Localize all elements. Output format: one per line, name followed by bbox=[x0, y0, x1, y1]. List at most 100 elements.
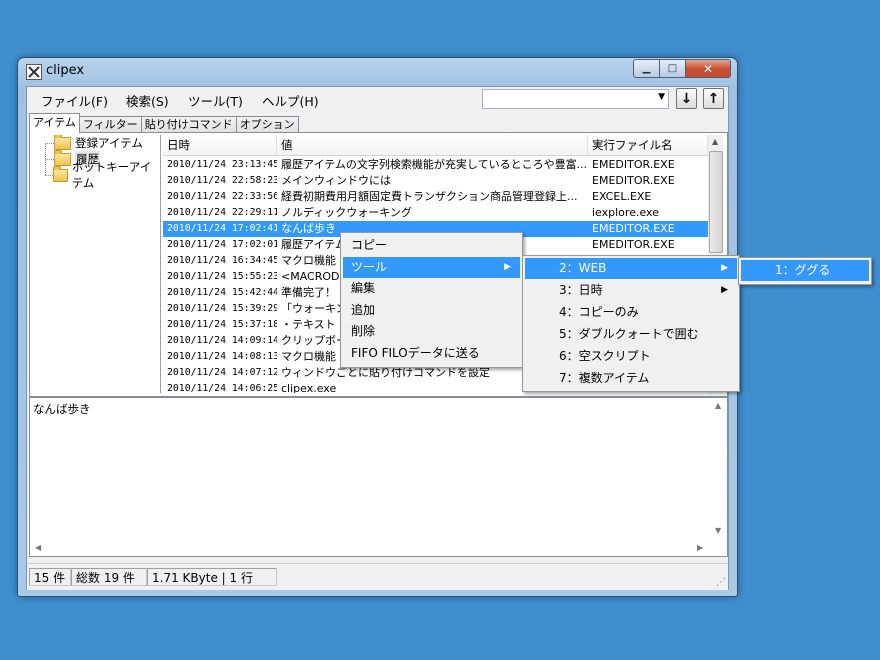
cell-datetime: 2010/11/24 22:33:56 bbox=[167, 191, 277, 202]
submenu-arrow-icon: ▶ bbox=[504, 262, 511, 272]
cell-exe: EMEDITOR.EXE bbox=[592, 222, 675, 235]
cell-datetime: 2010/11/24 15:55:23 bbox=[167, 271, 277, 282]
submenu-web-label: 2：WEB bbox=[559, 261, 607, 275]
minimize-button[interactable]: ▁ bbox=[633, 59, 660, 78]
cell-datetime: 2010/11/24 22:29:11 bbox=[167, 207, 277, 218]
cell-datetime: 2010/11/24 14:08:13 bbox=[167, 351, 277, 362]
menu-help[interactable]: ヘルプ(H) bbox=[262, 91, 319, 110]
ctx-copy[interactable]: コピー bbox=[343, 235, 520, 256]
move-up-button[interactable]: ↑ bbox=[703, 88, 724, 109]
caption-buttons: ▁ □ ✕ bbox=[633, 59, 731, 78]
tab-options[interactable]: オプション bbox=[235, 116, 299, 133]
detail-vscrollbar[interactable]: ▲ ▼ bbox=[711, 398, 727, 540]
folder-icon bbox=[54, 149, 71, 166]
scroll-thumb[interactable] bbox=[709, 151, 723, 253]
tab-items[interactable]: アイテム bbox=[29, 113, 80, 133]
status-bar: 15 件 総数 19 件 1.71 KByte | 1 行 ⋰ bbox=[27, 563, 728, 590]
cell-exe: EMEDITOR.EXE bbox=[592, 238, 675, 251]
folder-icon bbox=[52, 165, 68, 182]
table-row[interactable]: 2010/11/24 22:29:11 ノルディックウォーキング iexplore.… bbox=[163, 205, 708, 221]
submenu-datetime-label: 3：日時 bbox=[559, 283, 603, 297]
cell-datetime: 2010/11/24 15:39:29 bbox=[167, 303, 277, 314]
maximize-button[interactable]: □ bbox=[660, 59, 686, 78]
cell-datetime: 2010/11/24 17:02:01 bbox=[167, 239, 277, 250]
submenu-arrow-icon: ▶ bbox=[721, 263, 728, 273]
resize-grip-icon[interactable]: ⋰ bbox=[716, 577, 726, 588]
tools-submenu: 2：WEB ▶ 3：日時 ▶ 4：コピーのみ 5：ダブルクォートで囲む 6：空ス… bbox=[522, 255, 740, 392]
ctx-tools[interactable]: ツール ▶ bbox=[343, 257, 520, 278]
move-down-button[interactable]: ↓ bbox=[676, 88, 697, 109]
cell-datetime: 2010/11/24 22:58:23 bbox=[167, 175, 277, 186]
detail-pane[interactable]: なんば歩き ▲ ▼ ◀ ▶ bbox=[29, 397, 728, 557]
ctx-edit[interactable]: 編集 bbox=[343, 278, 520, 299]
list-header: 日時 値 実行ファイル名 bbox=[163, 135, 708, 156]
cell-datetime: 2010/11/24 15:42:44 bbox=[167, 287, 277, 298]
cell-exe: EMEDITOR.EXE bbox=[592, 174, 675, 187]
status-size: 1.71 KByte | 1 行 bbox=[147, 568, 277, 586]
submenu-multiple-items[interactable]: 7：複数アイテム bbox=[525, 368, 737, 389]
status-count: 15 件 bbox=[29, 568, 71, 586]
tree-item-registered[interactable]: 登録アイテム bbox=[45, 135, 143, 151]
table-row[interactable]: 2010/11/24 23:13:45 履歴アイテムの文字列検索機能が充実している… bbox=[163, 157, 708, 173]
tree-item-label: ホットキーアイテム bbox=[71, 160, 152, 190]
tree-item-label: 登録アイテム bbox=[75, 136, 143, 150]
scroll-left-icon[interactable]: ◀ bbox=[35, 543, 41, 552]
detail-text: なんば歩き bbox=[33, 402, 91, 416]
cell-value: ノルディックウォーキング bbox=[281, 206, 412, 219]
scroll-up-icon[interactable]: ▲ bbox=[712, 137, 718, 146]
cell-exe: EXCEL.EXE bbox=[592, 190, 652, 203]
category-tree: 登録アイテム 履歴 ホットキーアイテム bbox=[31, 135, 161, 393]
scroll-down-icon[interactable]: ▼ bbox=[715, 526, 721, 535]
close-button[interactable]: ✕ bbox=[686, 59, 731, 78]
cell-datetime: 2010/11/24 14:09:14 bbox=[167, 335, 277, 346]
menu-bar: ファイル(F) 検索(S) ツール(T) ヘルプ(H) ▼ ↓ ↑ bbox=[27, 87, 728, 111]
cell-datetime: 2010/11/24 14:06:25 bbox=[167, 383, 277, 393]
window-title: clipex bbox=[46, 63, 85, 78]
app-icon[interactable] bbox=[26, 64, 42, 80]
cell-datetime: 2010/11/24 15:37:18 bbox=[167, 319, 277, 330]
title-bar[interactable]: clipex ▁ □ ✕ bbox=[18, 58, 737, 84]
folder-icon bbox=[54, 135, 71, 150]
cell-datetime: 2010/11/24 14:07:12 bbox=[167, 367, 277, 378]
cell-value: メインウィンドウには bbox=[281, 174, 391, 187]
menu-search[interactable]: 検索(S) bbox=[126, 91, 169, 110]
menu-file[interactable]: ファイル(F) bbox=[41, 91, 108, 110]
ctx-add[interactable]: 追加 bbox=[343, 300, 520, 321]
tab-paste-commands[interactable]: 貼り付けコマンド bbox=[140, 116, 237, 133]
search-combobox[interactable]: ▼ bbox=[482, 89, 669, 109]
submenu-web[interactable]: 2：WEB ▶ bbox=[525, 258, 737, 279]
column-header-value[interactable]: 値 bbox=[277, 135, 588, 155]
submenu-copy-only[interactable]: 4：コピーのみ bbox=[525, 302, 737, 323]
detail-hscrollbar[interactable]: ◀ ▶ bbox=[30, 541, 711, 556]
scroll-right-icon[interactable]: ▶ bbox=[697, 543, 703, 552]
submenu-datetime[interactable]: 3：日時 ▶ bbox=[525, 280, 737, 301]
ctx-delete[interactable]: 削除 bbox=[343, 321, 520, 342]
submenu-empty-script[interactable]: 6：空スクリプト bbox=[525, 346, 737, 367]
cell-value: 経費初期費用月額固定費トランザクション商品管理登録上... bbox=[281, 190, 578, 203]
ctx-tools-label: ツール bbox=[351, 260, 388, 274]
submenu-arrow-icon: ▶ bbox=[721, 285, 728, 295]
cell-datetime: 2010/11/24 16:34:45 bbox=[167, 255, 277, 266]
web-submenu: 1：ググる bbox=[738, 257, 872, 285]
chevron-down-icon[interactable]: ▼ bbox=[658, 92, 665, 102]
scroll-up-icon[interactable]: ▲ bbox=[715, 401, 721, 410]
column-header-datetime[interactable]: 日時 bbox=[163, 135, 277, 155]
tab-filter[interactable]: フィルター bbox=[78, 116, 142, 133]
search-input[interactable] bbox=[483, 90, 649, 106]
submenu-google[interactable]: 1：ググる bbox=[741, 260, 869, 281]
tree-item-hotkey[interactable]: ホットキーアイテム bbox=[45, 160, 160, 190]
tab-strip: アイテム フィルター 貼り付けコマンド オプション bbox=[29, 113, 299, 133]
column-header-exe[interactable]: 実行ファイル名 bbox=[588, 135, 708, 155]
status-total: 総数 19 件 bbox=[71, 568, 147, 586]
cell-value: 履歴アイテムの文字列検索機能が充実しているところや豊富... bbox=[281, 158, 588, 171]
cell-datetime: 2010/11/24 17:02:41 bbox=[167, 223, 277, 234]
cell-exe: EMEDITOR.EXE bbox=[592, 158, 675, 171]
menu-tools[interactable]: ツール(T) bbox=[188, 91, 243, 110]
cell-exe: iexplore.exe bbox=[592, 206, 659, 219]
submenu-double-quote[interactable]: 5：ダブルクォートで囲む bbox=[525, 324, 737, 345]
cell-datetime: 2010/11/24 23:13:45 bbox=[167, 159, 277, 170]
context-menu: コピー ツール ▶ 編集 追加 削除 FIFO FILOデータに送る bbox=[340, 232, 523, 368]
ctx-send-fifo[interactable]: FIFO FILOデータに送る bbox=[343, 343, 520, 364]
table-row[interactable]: 2010/11/24 22:58:23 メインウィンドウには EMEDITOR.EX… bbox=[163, 173, 708, 189]
table-row[interactable]: 2010/11/24 22:33:56 経費初期費用月額固定費トランザクション商品… bbox=[163, 189, 708, 205]
